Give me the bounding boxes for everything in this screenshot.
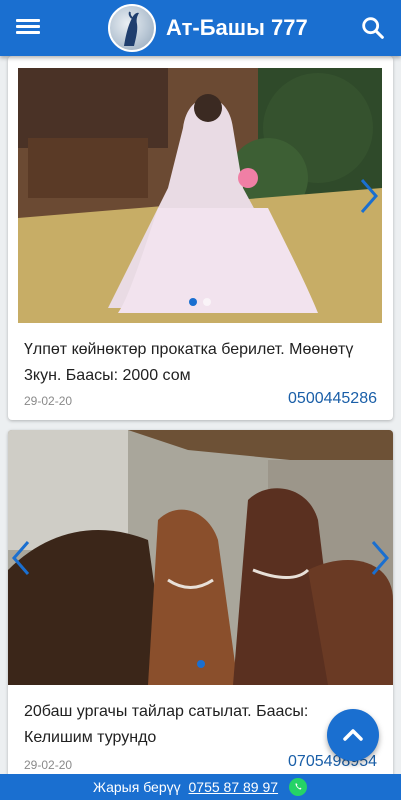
search-icon[interactable]	[359, 14, 387, 42]
horses-photo	[8, 430, 393, 685]
horse-logo-icon	[124, 11, 139, 46]
whatsapp-icon[interactable]	[288, 777, 308, 797]
listing-date: 29-02-20	[24, 758, 73, 772]
listing-description: Үлпөт көйнөктөр прокатка берилет. Мөөнөт…	[24, 341, 354, 384]
chevron-up-icon	[343, 729, 363, 741]
listing-photo-carousel[interactable]	[8, 430, 393, 685]
app-logo	[108, 4, 156, 52]
carousel-dot[interactable]	[189, 298, 197, 306]
app-title: Ат-Башы 777	[166, 15, 308, 40]
carousel-indicator	[8, 655, 393, 673]
wedding-dress-photo	[18, 68, 382, 323]
carousel-dot[interactable]	[196, 660, 205, 668]
footer-label: Жарыя берүү	[93, 779, 181, 795]
footer-phone-link[interactable]: 0755 87 89 97	[189, 779, 279, 795]
listing-photo-carousel[interactable]	[18, 68, 382, 323]
listing-date: 29-02-20	[24, 394, 73, 408]
app-bar: Ат-Башы 777	[0, 0, 401, 56]
carousel-next-icon[interactable]	[358, 176, 380, 216]
carousel-dot[interactable]	[203, 298, 211, 306]
carousel-prev-icon[interactable]	[10, 538, 32, 578]
post-ad-footer[interactable]: Жарыя берүү 0755 87 89 97	[0, 774, 401, 800]
carousel-indicator	[18, 293, 382, 311]
listing-card[interactable]: Үлпөт көйнөктөр прокатка берилет. Мөөнөт…	[8, 56, 393, 420]
scroll-to-top-button[interactable]	[327, 709, 379, 761]
listing-phone-link[interactable]: 0500445286	[288, 390, 377, 408]
menu-icon[interactable]	[16, 16, 40, 40]
carousel-next-icon[interactable]	[369, 538, 391, 578]
listing-description: 20баш ургачы тайлар сатылат. Баасы: Кели…	[24, 703, 309, 746]
